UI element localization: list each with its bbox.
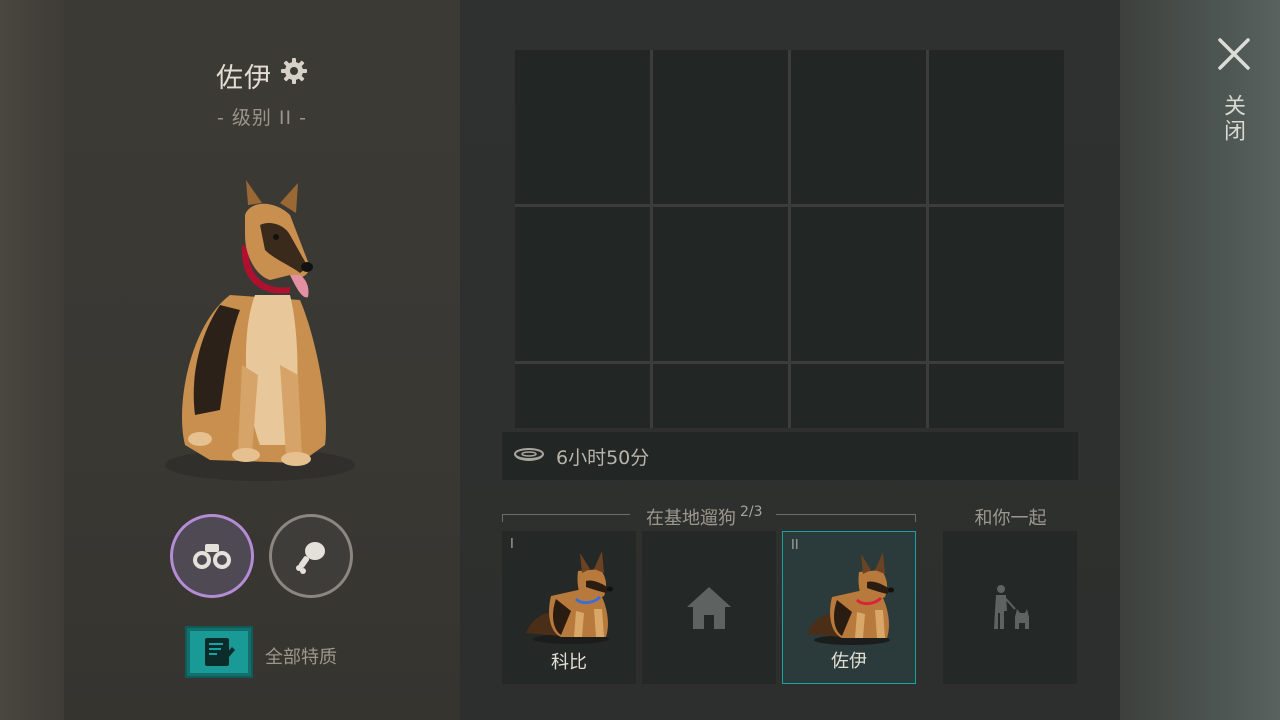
- walk-count: 2/3: [740, 504, 763, 520]
- walk-title: 在基地遛狗 2/3: [646, 504, 763, 530]
- dog-thumbnail: [526, 551, 613, 644]
- card-name: 科比: [551, 652, 587, 673]
- inventory-slot[interactable]: [515, 364, 650, 428]
- dog-name-row: 佐伊: [64, 56, 460, 95]
- traits-button[interactable]: [185, 626, 253, 678]
- divider: [776, 514, 916, 522]
- card-name: 佐伊: [831, 651, 867, 672]
- close-icon[interactable]: [1214, 34, 1254, 74]
- together-card[interactable]: [943, 531, 1077, 684]
- inventory-slot[interactable]: [653, 207, 788, 361]
- dog-portrait: [165, 180, 355, 481]
- inventory-slot[interactable]: [929, 50, 1064, 204]
- binoculars-icon: [193, 544, 231, 569]
- dog-level: - 级别 II -: [216, 107, 308, 129]
- card-level: I: [510, 537, 514, 552]
- traits-label: 全部特质: [265, 647, 337, 668]
- inventory-slot[interactable]: [791, 207, 926, 361]
- walk-header: 在基地遛狗 2/3: [502, 502, 916, 529]
- person-with-dog-icon: [994, 585, 1029, 629]
- meat-icon: [296, 542, 325, 574]
- together-title: 和你一起: [974, 508, 1047, 529]
- walk-title-text: 在基地遛狗: [646, 508, 736, 529]
- inventory-slot[interactable]: [929, 207, 1064, 361]
- inventory-slot[interactable]: [653, 50, 788, 204]
- divider: [502, 514, 630, 522]
- dog-thumbnail: [807, 552, 894, 645]
- dog-card-home[interactable]: [642, 531, 776, 684]
- home-icon: [687, 587, 731, 629]
- dog-name: 佐伊: [216, 63, 272, 94]
- gear-icon[interactable]: [280, 57, 308, 85]
- scout-button[interactable]: [170, 514, 254, 598]
- food-timer-bar: 6小时50分: [502, 432, 1078, 480]
- inventory-slot[interactable]: [791, 364, 926, 428]
- inventory-slot[interactable]: [515, 50, 650, 204]
- inventory-grid: [515, 50, 1064, 428]
- close-label[interactable]: 关闭: [1220, 94, 1248, 144]
- notepad-edit-icon: [205, 638, 235, 666]
- inventory-slot[interactable]: [791, 50, 926, 204]
- food-timer-text: 6小时50分: [556, 446, 650, 469]
- dog-card-zoe[interactable]: II 佐伊: [782, 531, 916, 684]
- inventory-slot[interactable]: [515, 207, 650, 361]
- food-bowl-icon: [514, 448, 544, 461]
- dog-card-kobe[interactable]: I 科比: [502, 531, 636, 684]
- feed-button[interactable]: [269, 514, 353, 598]
- background-strip: [1120, 0, 1280, 720]
- inventory-slot[interactable]: [929, 364, 1064, 428]
- inventory-slot[interactable]: [653, 364, 788, 428]
